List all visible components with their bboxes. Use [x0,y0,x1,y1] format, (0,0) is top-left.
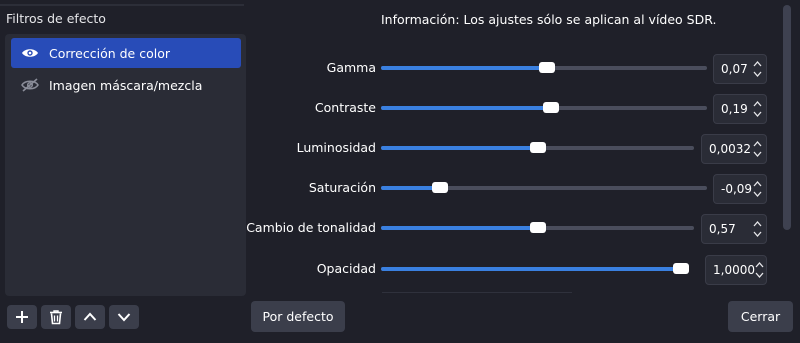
brightness-slider[interactable] [381,142,694,153]
spin-arrows-icon[interactable] [753,180,762,198]
info-text: Información: Los ajustes sólo se aplican… [381,12,717,27]
spinbox-value[interactable]: 0,19 [721,102,748,116]
chevron-up-icon [83,312,97,321]
hue-shift-spinbox[interactable]: 0,57 [701,214,767,244]
saturation-slider[interactable] [381,182,707,193]
hue-shift-slider[interactable] [381,222,694,233]
remove-filter-button[interactable] [41,305,71,329]
brightness-label: Luminosidad [296,140,376,155]
top-divider [0,4,244,6]
hue-shift-label: Cambio de tonalidad [246,220,376,235]
slider-fill [381,267,689,271]
spinbox-value[interactable]: 0,57 [709,222,736,236]
add-filter-button[interactable] [7,305,37,329]
slider-handle[interactable] [530,142,546,153]
spin-arrows-icon[interactable] [753,100,762,118]
gamma-slider[interactable] [381,62,707,73]
slider-handle[interactable] [432,182,448,193]
saturation-label: Saturación [308,180,376,195]
spinbox-value[interactable]: -0,09 [721,182,752,196]
spinbox-value[interactable]: 0,07 [721,62,748,76]
plus-icon [16,311,28,323]
slider-handle[interactable] [539,62,555,73]
slider-handle[interactable] [673,263,689,274]
spinbox-value[interactable]: 0,0032 [709,142,751,156]
opacity-spinbox[interactable]: 1,0000 [705,255,767,285]
eye-icon[interactable] [19,45,41,61]
defaults-button[interactable]: Por defecto [251,301,345,332]
contrast-spinbox[interactable]: 0,19 [713,94,767,124]
opacity-slider[interactable] [381,263,689,274]
spin-arrows-icon[interactable] [753,60,762,78]
slider-handle[interactable] [530,222,546,233]
spin-arrows-icon[interactable] [753,220,762,238]
chevron-down-icon [117,313,131,322]
move-down-button[interactable] [109,305,139,329]
spinbox-value[interactable]: 1,0000 [713,263,755,277]
close-button[interactable]: Cerrar [728,301,793,332]
eye-off-icon[interactable] [19,77,41,93]
slider-fill [381,106,551,110]
move-up-button[interactable] [75,305,105,329]
slider-fill [381,226,538,230]
contrast-slider[interactable] [381,102,707,113]
vertical-scrollbar[interactable] [783,5,791,230]
filter-item-label: Corrección de color [49,45,170,61]
spin-arrows-icon[interactable] [753,140,762,158]
filter-item-label: Imagen máscara/mezcla [49,77,203,93]
gamma-spinbox[interactable]: 0,07 [713,54,767,84]
slider-handle[interactable] [543,102,559,113]
spin-arrows-icon[interactable] [755,261,764,279]
divider [382,292,572,293]
opacity-label: Opacidad [316,261,376,276]
contrast-label: Contraste [314,100,376,115]
saturation-spinbox[interactable]: -0,09 [713,174,767,204]
trash-icon [50,310,62,325]
gamma-label: Gamma [326,60,376,75]
brightness-spinbox[interactable]: 0,0032 [701,134,767,164]
slider-fill [381,146,538,150]
filters-title: Filtros de efecto [6,11,106,26]
slider-fill [381,66,547,70]
